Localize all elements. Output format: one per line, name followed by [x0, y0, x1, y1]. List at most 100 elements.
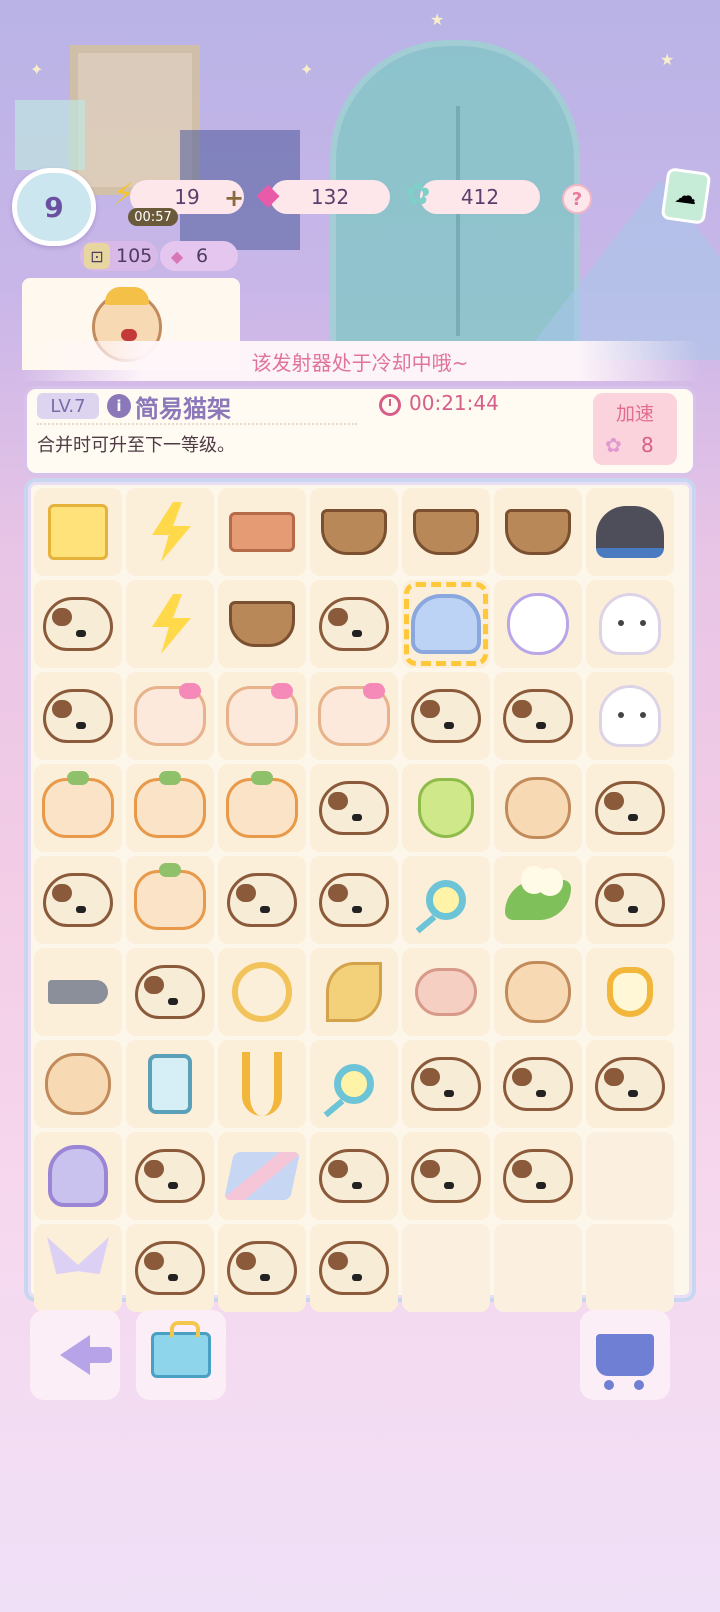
board-cell[interactable] — [218, 672, 306, 760]
board-cell[interactable] — [126, 1132, 214, 1220]
board-cell[interactable] — [34, 1040, 122, 1128]
board-cell[interactable] — [34, 764, 122, 852]
siamese-cat-icon — [319, 1149, 389, 1203]
item-info-panel: LV.7 i 简易猫架 00:21:44 合并时可升至下一等级。 加速 ✿ 8 — [24, 386, 696, 476]
board-cell[interactable] — [586, 672, 674, 760]
board-cell[interactable] — [218, 1224, 306, 1312]
board-cell[interactable] — [126, 672, 214, 760]
board-cell[interactable] — [310, 672, 398, 760]
back-button[interactable] — [30, 1310, 120, 1400]
board-cell[interactable] — [586, 856, 674, 944]
board-cell[interactable] — [34, 672, 122, 760]
star-decoration: ✦ — [300, 60, 314, 79]
board-cell[interactable] — [494, 948, 582, 1036]
board-cell[interactable] — [218, 856, 306, 944]
storage-button[interactable] — [136, 1310, 226, 1400]
board-cell[interactable] — [126, 488, 214, 576]
board-cell[interactable] — [402, 856, 490, 944]
siamese-cat-icon — [595, 1057, 665, 1111]
black-cat-box-icon — [596, 506, 664, 558]
board-cell[interactable] — [310, 580, 398, 668]
board-cell[interactable] — [218, 580, 306, 668]
board-cell[interactable] — [34, 856, 122, 944]
white-cat-icon — [507, 593, 569, 655]
board-cell[interactable] — [310, 1132, 398, 1220]
gem-counter[interactable]: 132 — [270, 180, 390, 214]
board-cell[interactable] — [310, 856, 398, 944]
board-cell[interactable] — [494, 672, 582, 760]
board-cell[interactable] — [310, 1040, 398, 1128]
board-cell[interactable] — [494, 580, 582, 668]
board-cell[interactable] — [310, 1224, 398, 1312]
orange-letter-cat-icon — [42, 771, 114, 838]
board-cell[interactable] — [126, 764, 214, 852]
board-cell[interactable] — [402, 672, 490, 760]
board-cell[interactable] — [586, 488, 674, 576]
board-cell[interactable] — [586, 764, 674, 852]
board-cell[interactable] — [402, 1132, 490, 1220]
basket-icon — [229, 601, 295, 647]
board-cell[interactable] — [310, 948, 398, 1036]
board-cell[interactable] — [34, 488, 122, 576]
board-cell[interactable] — [402, 488, 490, 576]
board-cell[interactable] — [126, 580, 214, 668]
star-decoration: ★ — [430, 10, 445, 29]
empty-board-cell[interactable] — [494, 1224, 582, 1312]
star-counter[interactable]: 412 — [420, 180, 540, 214]
board-cell[interactable] — [494, 764, 582, 852]
board-cell[interactable] — [402, 580, 490, 668]
board-cell[interactable] — [586, 948, 674, 1036]
speed-up-button[interactable]: 加速 ✿ 8 — [593, 393, 677, 465]
board-cell[interactable] — [34, 580, 122, 668]
siamese-cat-icon — [503, 1057, 573, 1111]
board-cell[interactable] — [494, 1132, 582, 1220]
siamese-cat-icon — [319, 597, 389, 651]
rainbow-star-icon: ✿ — [605, 433, 622, 457]
board-cell[interactable] — [494, 1040, 582, 1128]
board-cell[interactable] — [586, 1040, 674, 1128]
board-cell[interactable] — [586, 580, 674, 668]
empty-board-cell[interactable] — [586, 1132, 674, 1220]
siamese-cat-icon — [503, 689, 573, 743]
board-cell[interactable] — [126, 948, 214, 1036]
player-level-badge[interactable]: 9 — [12, 168, 96, 246]
diaper-hamster-icon — [505, 961, 571, 1023]
board-cell[interactable] — [218, 948, 306, 1036]
board-cell[interactable] — [494, 856, 582, 944]
siamese-cat-icon — [411, 1057, 481, 1111]
toast-text: 该发射器处于冷却中哦~ — [251, 350, 469, 375]
info-icon[interactable]: i — [107, 394, 131, 418]
board-cell[interactable] — [402, 764, 490, 852]
pink-bow-cat-icon — [134, 683, 206, 746]
album-icon[interactable]: ☁ — [660, 167, 712, 225]
siamese-cat-icon — [227, 1241, 297, 1295]
board-cell[interactable] — [402, 948, 490, 1036]
blanket-icon — [223, 1152, 301, 1200]
empty-board-cell[interactable] — [402, 1224, 490, 1312]
star-decoration: ✦ — [30, 60, 44, 79]
board-cell[interactable] — [494, 488, 582, 576]
pink-bow-cat-icon — [318, 683, 390, 746]
board-cell[interactable] — [34, 948, 122, 1036]
help-button[interactable]: ? — [562, 184, 592, 214]
board-cell[interactable] — [34, 1132, 122, 1220]
board-cell[interactable] — [310, 764, 398, 852]
board-cell[interactable] — [126, 856, 214, 944]
board-cell[interactable] — [126, 1224, 214, 1312]
board-cell[interactable] — [34, 1224, 122, 1312]
board-cell[interactable] — [402, 1040, 490, 1128]
empty-board-cell[interactable] — [586, 1224, 674, 1312]
ticket-counter: ◆ 6 — [160, 241, 238, 271]
board-cell[interactable] — [126, 1040, 214, 1128]
player-level: 9 — [44, 190, 64, 224]
board-cell[interactable] — [310, 488, 398, 576]
rainbow-star-icon: ✿ — [405, 176, 431, 212]
board-cell[interactable] — [218, 1040, 306, 1128]
ticket-value: 6 — [196, 245, 209, 267]
add-energy-button[interactable]: + — [220, 184, 248, 212]
board-cell[interactable] — [218, 764, 306, 852]
cooldown-toast: 该发射器处于冷却中哦~ — [20, 341, 700, 381]
shop-button[interactable] — [580, 1310, 670, 1400]
board-cell[interactable] — [218, 488, 306, 576]
board-cell[interactable] — [218, 1132, 306, 1220]
